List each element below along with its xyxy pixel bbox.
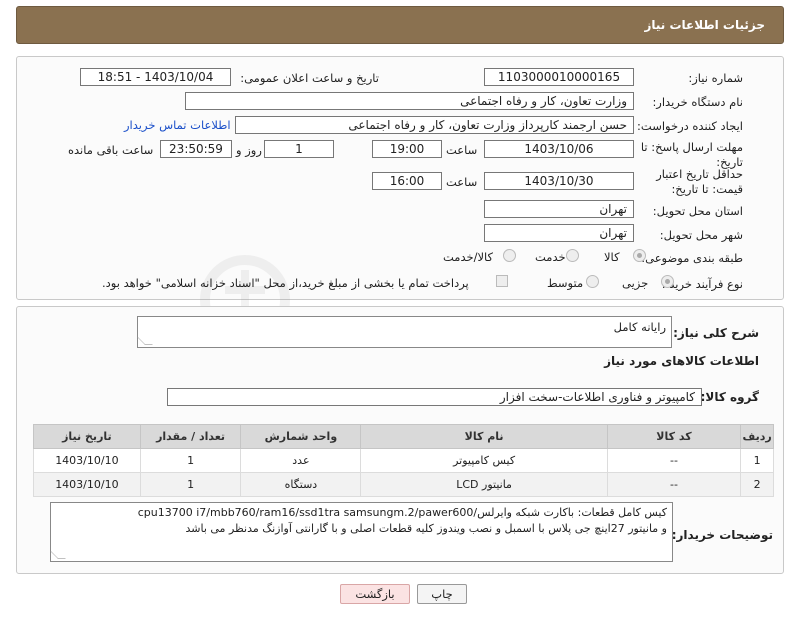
deadline-date-field: 1403/10/06 — [484, 140, 634, 158]
cell-row: 2 — [740, 472, 774, 497]
creator-label: ایجاد کننده درخواست: — [637, 119, 743, 133]
deadline-time-field: 19:00 — [372, 140, 442, 158]
treasury-payment-note: پرداخت تمام یا بخشی از مبلغ خرید،از محل … — [102, 276, 469, 290]
validity-time-field: 16:00 — [372, 172, 442, 190]
cell-unit: دستگاه — [240, 472, 362, 497]
goods-table: ردیف کد کالا نام کالا واحد شمارش تعداد /… — [33, 424, 774, 497]
cell-date: 1403/10/10 — [33, 472, 141, 497]
process-label: نوع فرآیند خرید : — [661, 277, 743, 291]
validity-date-field: 1403/10/30 — [484, 172, 634, 190]
summary-text: رایانه کامل — [613, 320, 666, 334]
category-radio-goods[interactable] — [633, 249, 646, 262]
remaining-days-field: 1 — [264, 140, 334, 158]
cell-code: -- — [606, 448, 742, 473]
buyer-notes-line-1: کیس کامل قطعات: باکارت شبکه وایرلس/cpu13… — [137, 506, 667, 519]
category-label: طبقه بندی موضوعی: — [641, 251, 743, 265]
deadline-time-label: ساعت — [446, 143, 478, 157]
page-header: جزئیات اطلاعات نیاز — [16, 6, 784, 44]
category-option-goods: کالا — [604, 250, 620, 264]
cell-row: 1 — [740, 448, 774, 473]
cell-code: -- — [606, 472, 742, 497]
summary-textarea: رایانه کامل — [137, 316, 672, 348]
resize-grip-icon — [50, 551, 66, 559]
remaining-time-field: 23:50:59 — [160, 140, 232, 158]
creator-field: حسن ارجمند کارپرداز وزارت تعاون، کار و ر… — [235, 116, 634, 134]
col-row: ردیف — [740, 424, 774, 449]
col-code: کد کالا — [606, 424, 742, 449]
cell-date: 1403/10/10 — [33, 448, 141, 473]
need-number-field: 1103000010000165 — [484, 68, 634, 86]
validity-time-label: ساعت — [446, 175, 478, 189]
buyer-notes-line-2: و مانیتور 27اینچ جی پلاس با اسمبل و نصب … — [185, 522, 667, 535]
cell-qty: 1 — [139, 472, 242, 497]
print-button[interactable]: چاپ — [417, 584, 467, 604]
table-row: 1 -- کیس کامپیوتر عدد 1 1403/10/10 — [33, 448, 774, 473]
process-option-medium: متوسط — [547, 276, 584, 290]
buyer-field: وزارت تعاون، کار و رفاه اجتماعی — [185, 92, 634, 110]
buyer-contact-link[interactable]: اطلاعات تماس خریدار — [124, 118, 231, 132]
process-option-minor: جزیی — [622, 276, 649, 290]
col-unit: واحد شمارش — [240, 424, 362, 449]
announce-label: تاریخ و ساعت اعلان عمومی: — [240, 71, 379, 85]
category-radio-service[interactable] — [566, 249, 579, 262]
category-option-service: خدمت — [535, 250, 566, 264]
col-date: تاریخ نیاز — [33, 424, 141, 449]
goods-group-field: کامپیوتر و فناوری اطلاعات-سخت افزار — [167, 388, 702, 406]
back-button[interactable]: بازگشت — [340, 584, 410, 604]
process-radio-minor[interactable] — [661, 275, 674, 288]
cell-name: مانیتور LCD — [360, 472, 608, 497]
announce-datetime-field: 1403/10/04 - 18:51 — [80, 68, 231, 86]
deadline-label: مهلت ارسال پاسخ: تا تاریخ: — [640, 140, 743, 169]
province-field: تهران — [484, 200, 634, 218]
goods-group-label: گروه کالا: — [700, 390, 759, 404]
buyer-notes-textarea: کیس کامل قطعات: باکارت شبکه وایرلس/cpu13… — [50, 502, 673, 562]
remaining-label: ساعت باقی مانده — [68, 143, 154, 157]
treasury-payment-checkbox[interactable] — [496, 275, 508, 287]
process-radio-medium[interactable] — [586, 275, 599, 288]
days-label: روز و — [236, 143, 262, 157]
city-label: شهر محل تحویل: — [659, 228, 743, 242]
category-option-both: کالا/خدمت — [443, 250, 494, 264]
summary-label: شرح کلی نیاز: — [673, 326, 759, 340]
cell-unit: عدد — [240, 448, 362, 473]
col-name: نام کالا — [360, 424, 608, 449]
province-label: استان محل تحویل: — [652, 204, 743, 218]
city-field: تهران — [484, 224, 634, 242]
goods-info-title: اطلاعات کالاهای مورد نیاز — [604, 354, 759, 368]
cell-name: کیس کامپیوتر — [360, 448, 608, 473]
buyer-notes-label: توضیحات خریدار: — [671, 528, 773, 542]
page-title: جزئیات اطلاعات نیاز — [644, 18, 765, 32]
col-qty: تعداد / مقدار — [139, 424, 242, 449]
need-number-label: شماره نیاز: — [688, 71, 743, 85]
goods-table-header: ردیف کد کالا نام کالا واحد شمارش تعداد /… — [33, 424, 774, 449]
validity-label: حداقل تاریخ اعتبار قیمت: تا تاریخ: — [656, 167, 743, 196]
cell-qty: 1 — [139, 448, 242, 473]
category-radio-both[interactable] — [503, 249, 516, 262]
resize-grip-icon — [137, 337, 153, 345]
buyer-label: نام دستگاه خریدار: — [652, 95, 743, 109]
table-row: 2 -- مانیتور LCD دستگاه 1 1403/10/10 — [33, 472, 774, 497]
